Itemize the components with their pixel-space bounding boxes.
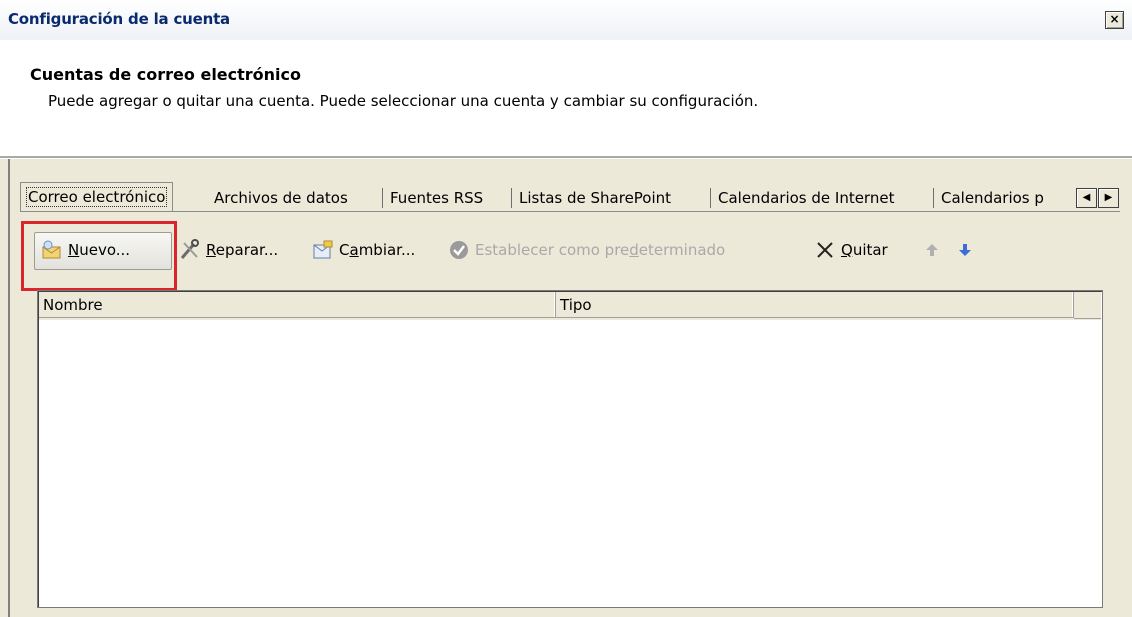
tab-separator [511,188,512,208]
set-default-label: Establecer como predeterminado [475,241,726,259]
scroll-left-icon: ◀ [1082,192,1091,203]
column-header-name[interactable]: Nombre [39,292,556,318]
tab-sharepoint-lists[interactable]: Listas de SharePoint [513,186,677,210]
scroll-right-icon: ▶ [1104,192,1113,203]
tab-sharepoint-lists-label: Listas de SharePoint [519,189,672,207]
tab-separator [710,188,711,208]
repair-tools-icon [178,238,202,262]
change-label: Cambiar... [339,241,416,259]
change-settings-icon [311,238,335,262]
highlight-annotation [21,221,177,291]
listview-right-gutter [1101,290,1118,606]
tab-strip: Correo electrónico Archivos de datos Fue… [20,182,1120,212]
repair-button[interactable]: Reparar... [178,234,278,266]
tab-data-files-label: Archivos de datos [214,189,348,207]
tab-rss-feeds-label: Fuentes RSS [390,189,484,207]
close-icon: × [1109,12,1120,26]
checkmark-circle-icon [447,238,471,262]
move-up-button[interactable] [920,234,948,266]
arrow-down-icon [953,238,977,262]
list-header: Nombre Tipo [39,292,1101,320]
tab-email[interactable]: Correo electrónico [20,182,174,211]
tab-internet-calendars-label: Calendarios de Internet [718,189,895,207]
close-button[interactable]: × [1105,11,1124,29]
tab-rss-feeds[interactable]: Fuentes RSS [384,186,489,210]
tab-published-calendars[interactable]: Calendarios p [935,186,1063,210]
tab-scroll-left-button[interactable]: ◀ [1076,188,1097,208]
tab-separator [933,188,934,208]
dialog-left-border [8,159,10,617]
remove-button[interactable]: Quitar [813,234,888,266]
tab-published-calendars-label: Calendarios p [941,189,1044,207]
remove-label: Quitar [841,241,888,259]
change-button[interactable]: Cambiar... [311,234,415,266]
tab-scroll-right-button[interactable]: ▶ [1098,188,1119,208]
tab-scroll-arrows: ◀ ▶ [1076,188,1120,208]
tab-internet-calendars[interactable]: Calendarios de Internet [712,186,900,210]
move-down-button[interactable] [953,234,981,266]
column-header-filler [1074,292,1101,319]
tab-data-files[interactable]: Archivos de datos [208,186,354,210]
tab-separator [382,188,383,208]
list-body[interactable] [39,321,1101,605]
repair-label: Reparar... [206,241,279,259]
section-heading: Cuentas de correo electrónico [30,65,302,84]
column-header-type[interactable]: Tipo [556,292,1074,318]
arrow-up-icon [920,238,944,262]
remove-x-icon [813,238,837,262]
header-panel: Cuentas de correo electrónico Puede agre… [0,40,1132,157]
accounts-list[interactable]: Nombre Tipo [37,290,1103,608]
account-toolbar: Nuevo... Reparar... Cambiar... Establece… [20,224,1120,294]
window-title: Configuración de la cuenta [8,10,230,28]
tab-email-label: Correo electrónico [25,187,168,207]
section-description: Puede agregar o quitar una cuenta. Puede… [48,92,759,110]
title-bar: Configuración de la cuenta × [0,0,1132,40]
set-default-button[interactable]: Establecer como predeterminado [447,234,725,266]
